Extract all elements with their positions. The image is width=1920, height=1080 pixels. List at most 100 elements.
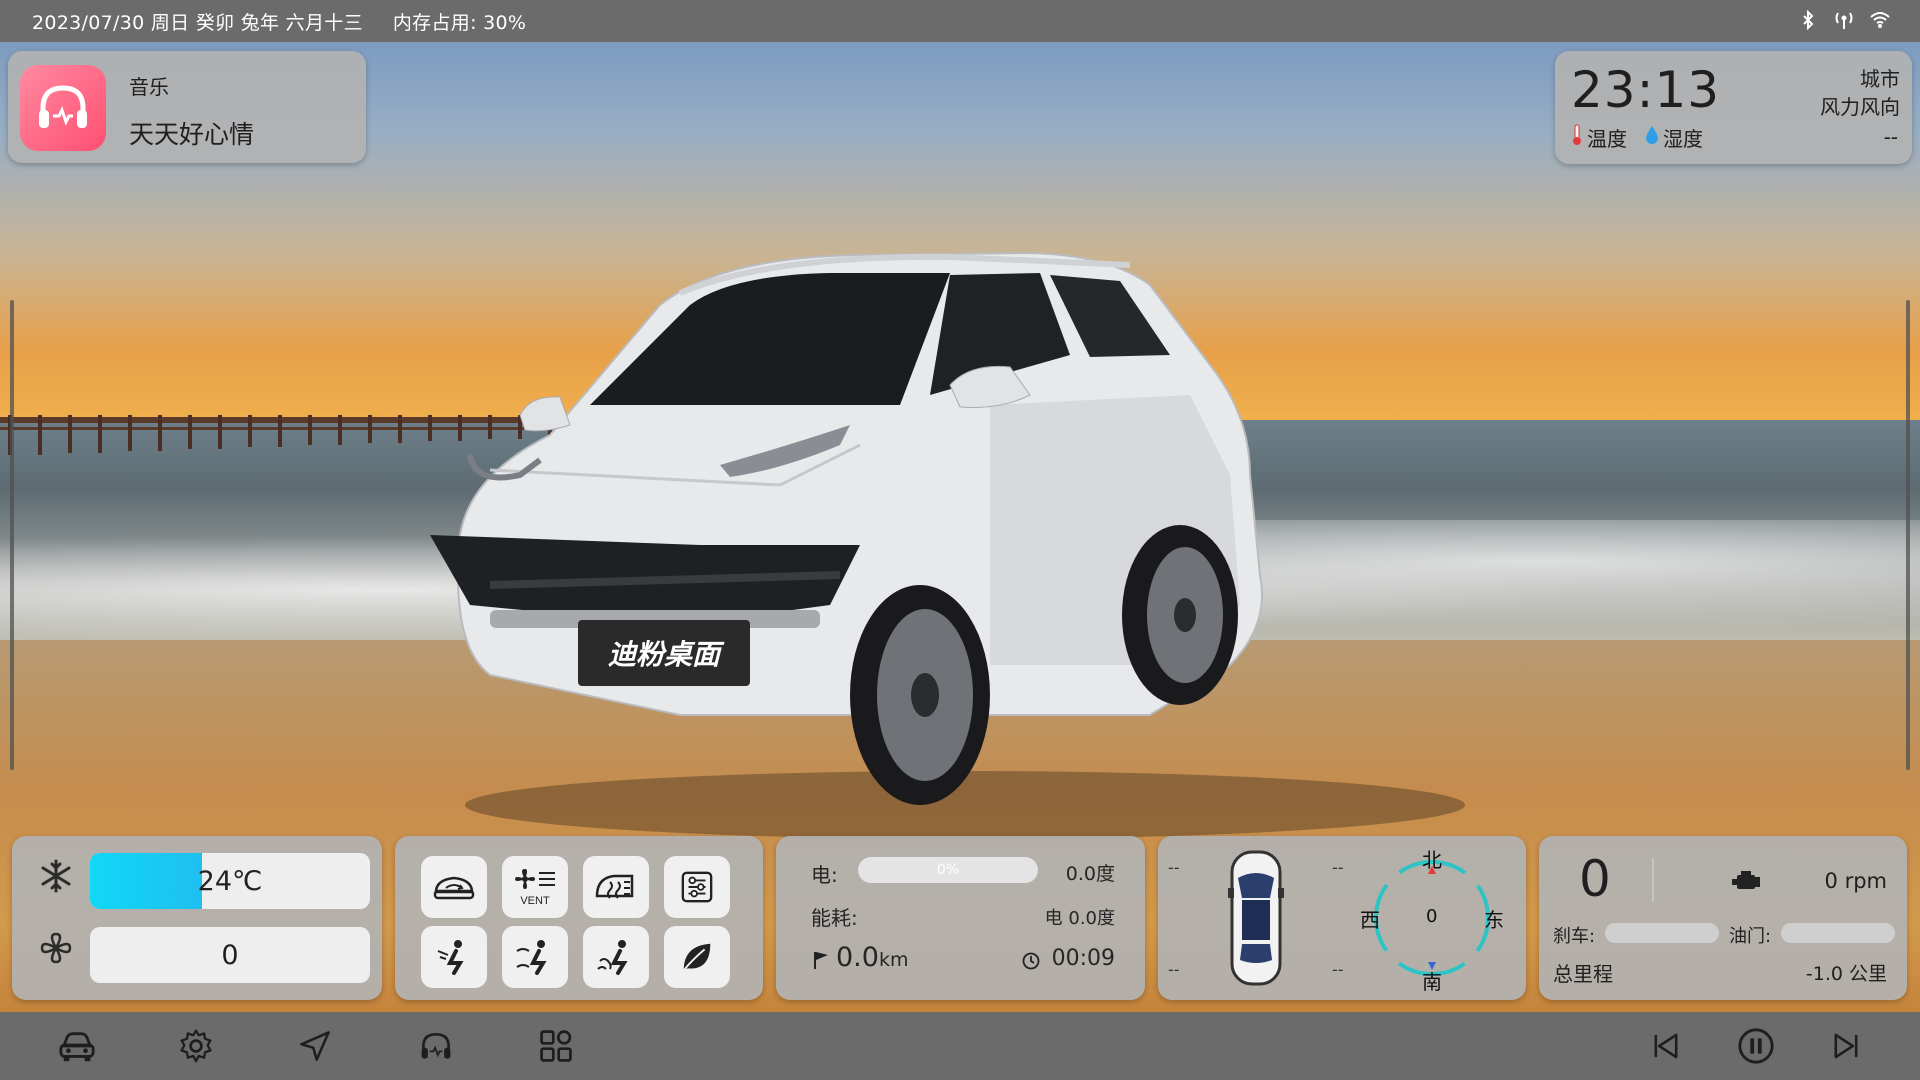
trip-distance-value: 0.0 xyxy=(836,942,879,973)
bluetooth-icon xyxy=(1798,9,1818,31)
recirculation-button[interactable] xyxy=(421,856,487,918)
seat-face-button[interactable] xyxy=(421,926,487,988)
temperature-slider[interactable]: 24℃ xyxy=(90,853,370,909)
defrost-icon xyxy=(595,874,634,899)
fan-speed-slider[interactable]: 0 xyxy=(90,927,370,983)
music-widget[interactable]: 音乐 天天好心情 xyxy=(8,51,366,163)
status-datetime: 2023/07/30 周日 癸卯 兔年 六月十三 xyxy=(32,11,363,34)
snowflake-icon[interactable] xyxy=(38,858,74,894)
sliders-icon xyxy=(681,871,713,903)
electric-label: 电: xyxy=(811,863,838,887)
vent-icon: VENT xyxy=(515,869,555,907)
compass-tire-panel: -- -- -- -- 北 南 西 东 0 xyxy=(1158,836,1526,1000)
next-icon xyxy=(1834,1033,1858,1059)
engine-icon xyxy=(1732,871,1760,889)
compass-south: 南 xyxy=(1422,970,1442,994)
defrost-button[interactable] xyxy=(583,856,649,918)
car-top-view-icon xyxy=(1228,850,1284,986)
next-track-button[interactable] xyxy=(1826,1026,1866,1066)
speed-value: 0 xyxy=(1579,850,1611,908)
weather-temp-humidity: 温度 湿度 xyxy=(1571,123,1703,152)
car-badge: 迪粉桌面 xyxy=(578,620,750,686)
energy-panel: 电: 0% 0.0度 能耗: 电 0.0度 0.0km 00:09 xyxy=(776,836,1145,1000)
temperature-value: 24℃ xyxy=(197,865,263,897)
left-edge-handle[interactable] xyxy=(10,300,14,770)
humidity-label: 湿度 xyxy=(1663,127,1703,151)
status-bar: 2023/07/30 周日 癸卯 兔年 六月十三 内存占用: 30% xyxy=(0,0,1920,42)
compass-heading: 0 xyxy=(1426,906,1438,927)
electric-value: 0.0度 xyxy=(1065,863,1115,885)
music-button[interactable] xyxy=(416,1026,456,1066)
compass-west: 西 xyxy=(1360,908,1380,932)
music-song-name: 天天好心情 xyxy=(129,120,255,149)
rpm-value: 0 rpm xyxy=(1824,869,1887,893)
clock-time: 23:13 xyxy=(1571,61,1721,119)
brake-bar xyxy=(1605,923,1719,943)
odometer-label: 总里程 xyxy=(1553,962,1613,986)
throttle-bar xyxy=(1781,923,1895,943)
eco-button[interactable] xyxy=(664,926,730,988)
compass: 北 南 西 东 0 xyxy=(1360,848,1504,994)
trip-distance: 0.0km xyxy=(836,942,908,973)
consumption-value: 电 0.0度 xyxy=(1044,908,1115,929)
svg-text:VENT: VENT xyxy=(520,895,550,907)
seat-face-feet-icon xyxy=(516,940,547,975)
trip-distance-unit: km xyxy=(878,949,909,971)
engine-panel: 0 0 rpm 刹车: 油门: 总里程 -1.0 公里 xyxy=(1539,836,1907,1000)
previous-track-button[interactable] xyxy=(1646,1026,1686,1066)
fan-icon[interactable] xyxy=(38,930,74,966)
right-edge-handle[interactable] xyxy=(1906,300,1910,770)
apps-icon xyxy=(540,1030,572,1062)
weather-wind: 风力风向 xyxy=(1820,95,1900,119)
tire-pressure-rear-left: -- xyxy=(1168,960,1180,979)
clock-icon xyxy=(1022,952,1040,970)
settings-icon xyxy=(180,1029,212,1063)
tire-pressure-front-right: -- xyxy=(1332,858,1344,877)
play-pause-button[interactable] xyxy=(1736,1026,1776,1066)
headphones-icon xyxy=(421,1032,451,1059)
seat-face-feet-button[interactable] xyxy=(502,926,568,988)
trip-time: 00:09 xyxy=(1051,946,1115,971)
weather-widget[interactable]: 23:13 城市 风力风向 温度 湿度 -- xyxy=(1555,51,1912,164)
wifi-icon xyxy=(1870,10,1890,30)
vent-button[interactable]: VENT xyxy=(502,856,568,918)
leaf-icon xyxy=(682,943,711,971)
weather-value: -- xyxy=(1883,125,1898,149)
signal-icon xyxy=(1834,10,1854,30)
headphones-icon[interactable] xyxy=(20,65,106,151)
battery-percent: 0% xyxy=(936,862,960,878)
climate-panel: 24℃ 0 xyxy=(12,836,382,1000)
flag-icon xyxy=(814,952,828,969)
battery-bar: 0% xyxy=(858,857,1038,883)
status-memory: 内存占用: 30% xyxy=(392,11,527,34)
apps-button[interactable] xyxy=(536,1026,576,1066)
tire-pressure-front-left: -- xyxy=(1168,858,1180,877)
car-icon xyxy=(59,1032,95,1062)
navigation-button[interactable] xyxy=(295,1026,335,1066)
consumption-label: 能耗: xyxy=(811,906,858,930)
music-title: 音乐 xyxy=(129,75,169,99)
odometer-value: -1.0 公里 xyxy=(1805,963,1887,985)
seat-face-icon xyxy=(437,940,464,975)
tire-pressure-rear-right: -- xyxy=(1332,960,1344,979)
compass-north: 北 xyxy=(1422,848,1442,872)
compass-east: 东 xyxy=(1484,908,1504,932)
car-image xyxy=(430,251,1465,839)
navigation-icon xyxy=(300,1031,330,1061)
temperature-label: 温度 xyxy=(1587,127,1627,151)
seat-feet-button[interactable] xyxy=(583,926,649,988)
droplet-icon xyxy=(1645,125,1659,150)
thermometer-icon xyxy=(1571,124,1583,151)
settings-button[interactable] xyxy=(176,1026,216,1066)
bottom-navigation-bar xyxy=(0,1012,1920,1080)
settings-sliders-button[interactable] xyxy=(664,856,730,918)
car-recirculation-icon xyxy=(433,876,475,900)
seat-feet-icon xyxy=(597,940,628,975)
climate-controls-panel: VENT xyxy=(395,836,763,1000)
throttle-label: 油门: xyxy=(1729,926,1772,947)
divider xyxy=(1652,858,1654,902)
brake-label: 刹车: xyxy=(1553,926,1596,947)
car-button[interactable] xyxy=(57,1026,97,1066)
weather-city: 城市 xyxy=(1860,67,1900,91)
status-icons xyxy=(1798,9,1890,31)
